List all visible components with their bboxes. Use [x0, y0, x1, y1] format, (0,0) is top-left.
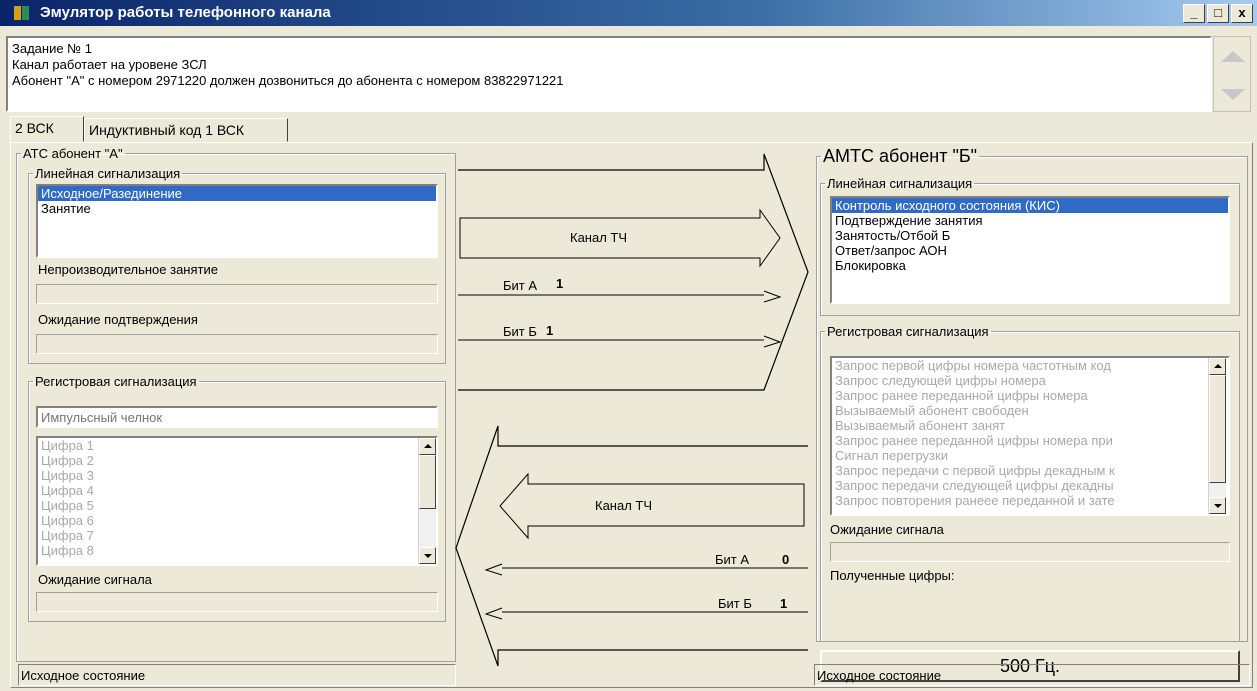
maximize-button[interactable]: □ [1207, 4, 1229, 23]
left-await-signal-indicator [36, 592, 438, 612]
minimize-button[interactable]: _ [1183, 4, 1205, 23]
backward-channel-label: Канал ТЧ [595, 498, 653, 513]
list-item[interactable]: Сигнал перегрузки [832, 448, 1206, 463]
forward-bit-a-label: Бит А [503, 278, 538, 293]
amts-b-title: АМТС абонент "Б" [823, 146, 978, 166]
task-line: Канал работает на уровене ЗСЛ [12, 57, 207, 72]
received-digits-label: Полученные цифры: [830, 568, 955, 583]
right-await-signal-indicator [830, 542, 1230, 562]
list-item[interactable]: Контроль исходного состояния (КИС) [832, 198, 1228, 213]
right-status: Исходное состояние [814, 664, 1250, 686]
list-item[interactable]: Запрос следующей цифры номера [832, 373, 1206, 388]
forward-bit-b-label: Бит Б [503, 324, 537, 339]
close-button[interactable]: x [1231, 4, 1253, 23]
await-confirm-indicator [36, 334, 438, 354]
list-item[interactable]: Цифра 4 [38, 483, 436, 498]
task-scrollbar[interactable] [1213, 36, 1251, 112]
scroll-up-icon[interactable] [1209, 358, 1226, 375]
list-item[interactable]: Вызываемый абонент занят [832, 418, 1206, 433]
list-item[interactable]: Запрос повторения ранеее переданной и за… [832, 493, 1206, 508]
backward-bit-b-label: Бит Б [718, 596, 752, 611]
list-item[interactable]: Запрос ранее переданной цифры номера [832, 388, 1206, 403]
list-item[interactable]: Вызываемый абонент свободен [832, 403, 1206, 418]
right-register-signaling-title: Регистровая сигнализация [827, 324, 989, 339]
task-description[interactable]: Задание № 1 Канал работает на уровене ЗС… [6, 36, 1212, 112]
list-item[interactable]: Запрос передачи с первой цифры декадным … [832, 463, 1206, 478]
tab-2vsk[interactable]: 2 ВСК [10, 116, 84, 142]
list-item[interactable]: Цифра 3 [38, 468, 436, 483]
task-line: Абонент "А" с номером 2971220 должен доз… [12, 73, 564, 88]
forward-channel-label: Канал ТЧ [570, 230, 628, 245]
tab-inductive-code[interactable]: Индуктивный код 1 ВСК [84, 118, 288, 142]
left-line-signaling-list[interactable]: Исходное/Разединение Занятие [36, 184, 438, 258]
list-item[interactable]: Цифра 7 [38, 528, 436, 543]
impulse-shuttle-input[interactable] [36, 406, 438, 428]
backward-bit-a-label: Бит А [715, 552, 750, 567]
unproductive-label: Непроизводительное занятие [38, 262, 218, 277]
unproductive-indicator [36, 284, 438, 304]
task-line: Задание № 1 [12, 41, 92, 56]
right-await-signal-label: Ожидание сигнала [830, 522, 944, 537]
scroll-up-icon[interactable] [1221, 51, 1245, 62]
backward-bit-a-value[interactable]: 0 [782, 552, 789, 567]
scroll-up-icon[interactable] [419, 438, 436, 455]
list-item[interactable]: Цифра 5 [38, 498, 436, 513]
left-status: Исходное состояние [18, 664, 456, 686]
register-requests-scrollbar[interactable] [1208, 358, 1226, 514]
list-item[interactable]: Ответ/запрос АОН [832, 243, 1228, 258]
register-requests-list[interactable]: Запрос первой цифры номера частотным код… [830, 356, 1230, 516]
left-register-signaling-title: Регистровая сигнализация [35, 374, 197, 389]
digits-scrollbar[interactable] [418, 438, 436, 564]
scroll-down-icon[interactable] [1221, 89, 1245, 100]
right-line-signaling-title: Линейная сигнализация [827, 176, 973, 191]
list-item[interactable]: Запрос передачи следующей цифры декадны [832, 478, 1206, 493]
window-title: Эмулятор работы телефонного канала [40, 4, 331, 21]
title-bar: Эмулятор работы телефонного канала _ □ x [0, 0, 1257, 26]
left-await-signal-label: Ожидание сигнала [38, 572, 152, 587]
list-item[interactable]: Запрос ранее переданной цифры номера при [832, 433, 1206, 448]
scroll-thumb[interactable] [419, 455, 436, 509]
list-item[interactable]: Цифра 1 [38, 438, 436, 453]
list-item[interactable]: Блокировка [832, 258, 1228, 273]
await-confirm-label: Ожидание подтверждения [38, 312, 198, 327]
list-item[interactable]: Запрос первой цифры номера частотным код [832, 358, 1206, 373]
list-item[interactable]: Цифра 2 [38, 453, 436, 468]
forward-bit-b-value[interactable]: 1 [546, 323, 553, 338]
backward-bit-b-value[interactable]: 1 [780, 596, 787, 611]
digits-list[interactable]: Цифра 1 Цифра 2 Цифра 3 Цифра 4 Цифра 5 … [36, 436, 438, 566]
scroll-down-icon[interactable] [1209, 497, 1226, 514]
left-line-signaling-title: Линейная сигнализация [35, 166, 181, 181]
list-item[interactable]: Цифра 6 [38, 513, 436, 528]
list-item[interactable]: Подтверждение занятия [832, 213, 1228, 228]
right-line-signaling-list[interactable]: Контроль исходного состояния (КИС) Подтв… [830, 196, 1230, 304]
list-item[interactable]: Занятие [38, 201, 436, 216]
list-item[interactable]: Цифра 8 [38, 543, 436, 558]
scroll-thumb[interactable] [1209, 375, 1226, 483]
forward-bit-a-value[interactable]: 1 [556, 276, 563, 291]
list-item[interactable]: Исходное/Разединение [38, 186, 436, 201]
app-icon [14, 6, 29, 20]
scroll-down-icon[interactable] [419, 547, 436, 564]
list-item[interactable]: Занятость/Отбой Б [832, 228, 1228, 243]
ats-a-title: АТС абонент "А" [23, 146, 123, 161]
